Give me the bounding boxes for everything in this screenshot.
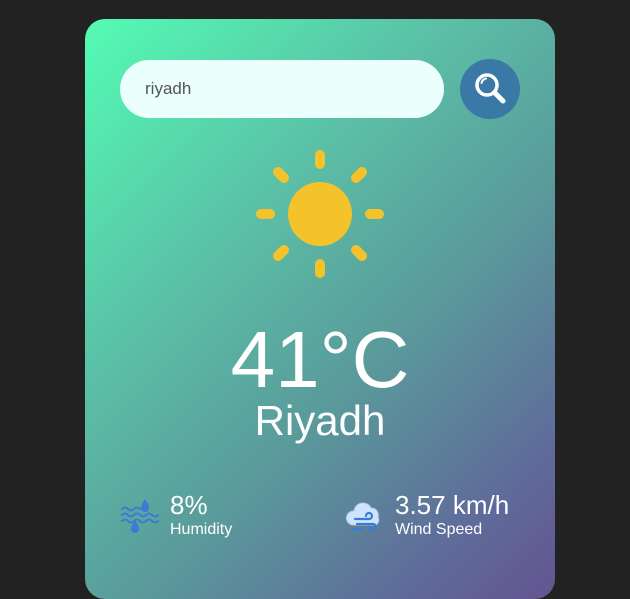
temperature: 41°C (230, 315, 410, 404)
wind-detail: 3.57 km/h Wind Speed (345, 490, 509, 540)
humidity-detail: 8% Humidity (120, 490, 232, 540)
search-button[interactable] (460, 59, 520, 119)
humidity-icon (121, 499, 159, 533)
weather-card: 41°C Riyadh 8% Humidity 3.57 km (85, 19, 555, 599)
humidity-value: 8% (170, 490, 208, 520)
search-input[interactable] (120, 60, 444, 118)
humidity-text: 8% Humidity (170, 490, 232, 540)
wind-icon (346, 502, 380, 532)
search-icon (475, 73, 506, 104)
humidity-label: Humidity (170, 521, 233, 538)
wind-label: Wind Speed (395, 521, 483, 538)
sun-icon (256, 150, 384, 278)
city-name: Riyadh (254, 397, 386, 444)
wind-value: 3.57 km/h (395, 490, 510, 520)
wind-text: 3.57 km/h Wind Speed (395, 490, 509, 540)
